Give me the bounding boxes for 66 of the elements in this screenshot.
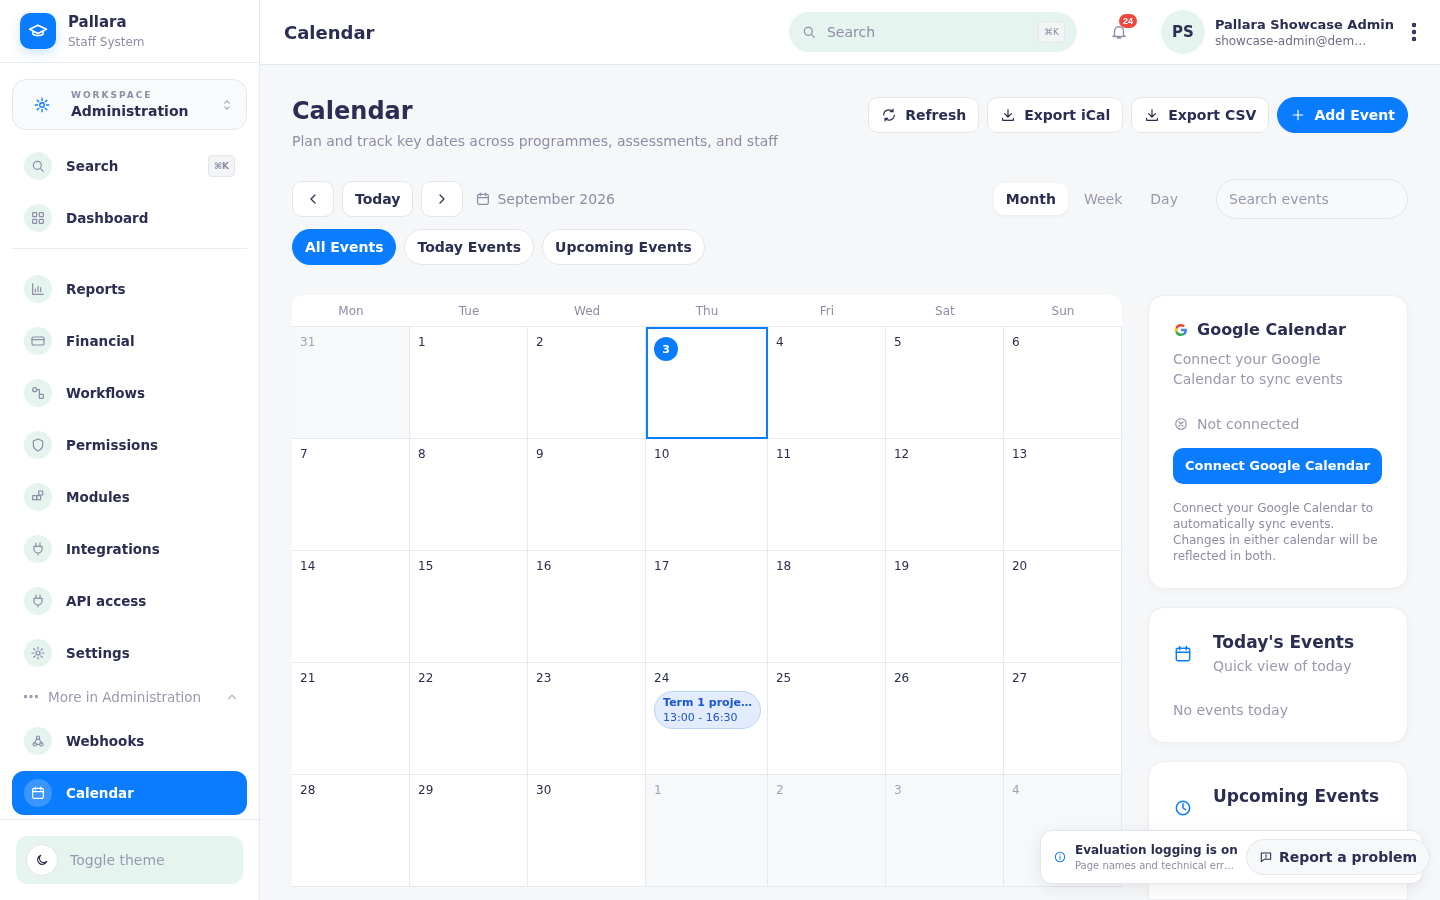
day-number: 19	[892, 559, 910, 573]
day-number: 31	[299, 335, 316, 349]
card-title: Upcoming Events	[1213, 786, 1380, 807]
day-number: 2	[535, 335, 544, 349]
page-subtitle: Plan and track key dates across programmes, assessments, and staff	[292, 133, 778, 149]
day-number: 4	[774, 335, 784, 349]
shortcut-hint: ⌘K	[1038, 21, 1065, 43]
card-description: Connect your Google Calendar to sync events	[1173, 350, 1344, 390]
weekday-label: Fri	[819, 303, 835, 318]
day-number: 9	[535, 447, 544, 461]
shortcut-hint: ⌘K	[207, 155, 235, 177]
toast-title: Evaluation logging is on	[1075, 843, 1238, 857]
weekday-label: Mon	[338, 303, 364, 318]
day-number: 7	[299, 447, 308, 461]
weekday-label: Wed	[574, 303, 601, 318]
day-number: 1	[417, 335, 426, 349]
card-note: Connect your Google Calendar to automatically sync events. Changes in either calendar will be reflected in both.	[1173, 499, 1379, 565]
day-number: 16	[535, 559, 552, 573]
day-number: 8	[417, 447, 426, 461]
empty-message: No events today	[1173, 702, 1289, 719]
user-email: showcase-admin@dem…	[1214, 33, 1368, 48]
day-number: 17	[653, 559, 670, 573]
weekday-label: Thu	[695, 303, 719, 318]
day-number: 3	[654, 337, 679, 361]
day-number: 28	[299, 783, 316, 797]
day-number: 6	[1010, 335, 1020, 349]
day-number: 12	[892, 447, 910, 461]
day-number: 30	[535, 783, 552, 797]
day-number: 20	[1010, 559, 1028, 573]
day-number: 15	[417, 559, 434, 573]
header-title: Calendar	[284, 21, 375, 43]
brand-name: Pallara	[68, 13, 128, 31]
day-number: 2	[774, 783, 784, 797]
weekday-label: Sun	[1051, 303, 1075, 318]
card-title: Google Calendar	[1197, 320, 1346, 339]
day-number: 21	[299, 671, 316, 685]
day-number: 14	[299, 559, 316, 573]
day-number: 13	[1010, 447, 1028, 461]
day-number: 10	[653, 447, 670, 461]
day-number: 1	[653, 783, 662, 797]
current-period: September 2026	[497, 191, 615, 207]
card-subtitle: Quick view of today	[1213, 658, 1353, 675]
day-number: 23	[535, 671, 552, 685]
day-number: 26	[892, 671, 910, 685]
weekday-label: Sat	[935, 303, 955, 318]
day-number: 24	[653, 671, 670, 685]
connection-status: Not connected	[1197, 415, 1300, 432]
day-number: 4	[1010, 783, 1020, 797]
card-title: Today's Events	[1213, 632, 1355, 653]
day-number: 3	[892, 783, 902, 797]
brand-subtitle: Staff System	[68, 35, 145, 49]
day-number: 5	[892, 335, 902, 349]
day-number: 27	[1010, 671, 1028, 685]
day-number: 18	[774, 559, 792, 573]
toast-text: Page names and technical err…	[1075, 860, 1235, 871]
workspace-name: Administration	[71, 103, 190, 119]
day-number: 25	[774, 671, 792, 685]
day-number: 11	[774, 447, 792, 461]
user-name: Pallara Showcase Admin	[1214, 16, 1394, 32]
day-number: 22	[417, 671, 434, 685]
notification-badge: 24	[1118, 14, 1137, 28]
weekday-label: Tue	[458, 303, 480, 318]
workspace-label: WORKSPACE	[71, 90, 154, 100]
day-number: 29	[417, 783, 434, 797]
user-avatar: PS	[1160, 10, 1205, 54]
page-title: Calendar	[292, 97, 414, 125]
